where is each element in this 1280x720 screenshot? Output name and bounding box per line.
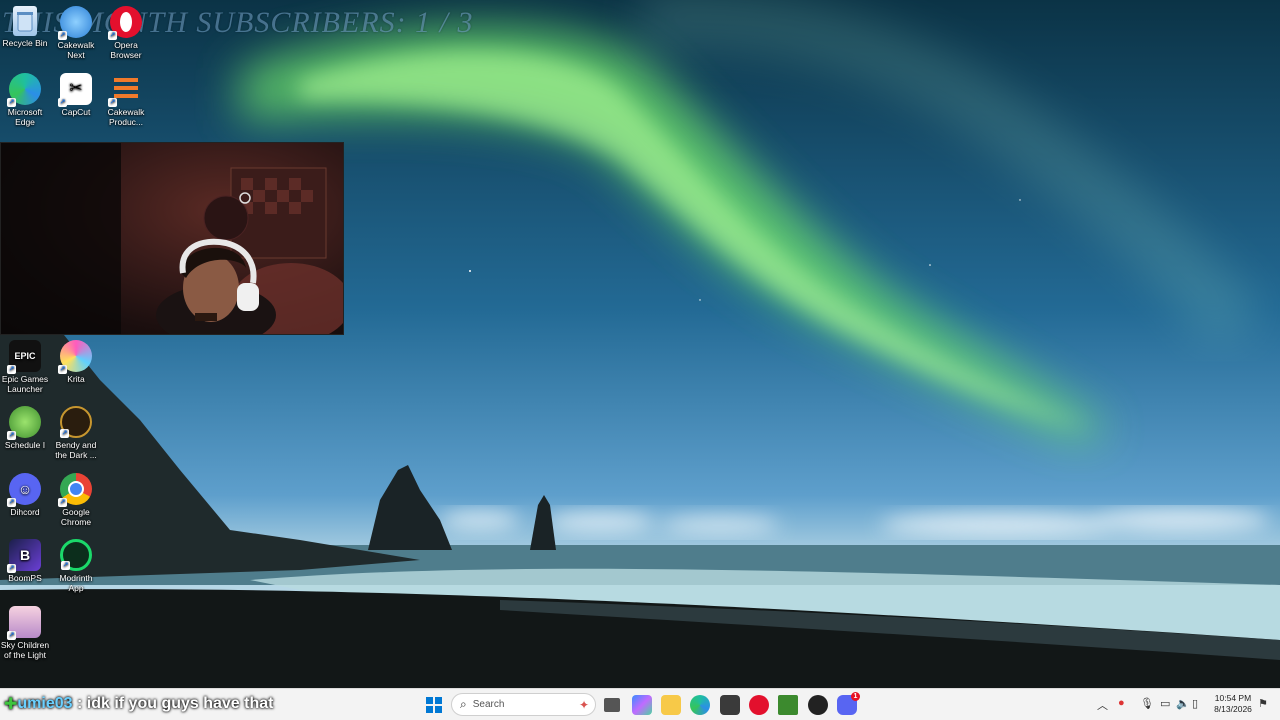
clock-date: 8/13/2026 (1214, 704, 1252, 714)
desktop-icon-recycle-bin[interactable]: Recycle Bin (0, 6, 50, 48)
desktop-icon-schedule-i[interactable]: ↗ Schedule I (0, 406, 50, 450)
desktop-icon-edge[interactable]: ↗ Microsoft Edge (0, 73, 50, 127)
file-explorer-icon[interactable] (661, 695, 681, 715)
chat-user-badge-icon: ✚ (4, 696, 18, 713)
battery-icon[interactable]: ▯ (1192, 697, 1198, 710)
discord-icon: ☺ ↗ (7, 473, 41, 507)
desktop-icon-bendy[interactable]: ↗ Bendy and the Dark ... (51, 406, 101, 460)
network-icon[interactable]: ▭ (1160, 697, 1170, 710)
windows-start-icon[interactable] (424, 695, 444, 715)
krita-icon: ↗ (58, 340, 92, 374)
taskbar-search[interactable]: ⌕ Search ✦ (451, 693, 596, 716)
desktop-icon-cakewalk-next[interactable]: ↗ Cakewalk Next (51, 6, 101, 60)
cakewalk-next-icon: ↗ (58, 6, 92, 40)
capcut-icon: ✂ ↗ (58, 73, 92, 107)
recycle-bin-icon (13, 6, 37, 36)
microsoft-store-icon[interactable] (720, 695, 740, 715)
webcam-feed (1, 143, 343, 334)
desktop-icon-discord[interactable]: ☺ ↗ Dihcord (0, 473, 50, 517)
desktop-icon-epic-games[interactable]: EPIC ↗ Epic Games Launcher (0, 340, 50, 394)
minecraft-icon[interactable] (778, 695, 798, 715)
desktop-icon-sky[interactable]: ↗ Sky Children of the Light (0, 606, 50, 660)
aurora-wallpaper (0, 0, 1280, 688)
discord-taskbar-icon[interactable]: 1 (837, 692, 860, 715)
stream-chat-message: ✚ umie03 : idk if you guys have that (0, 690, 273, 718)
desktop-icon-opera[interactable]: ↗ Opera Browser (101, 6, 151, 60)
desktop-icon-cakewalk[interactable]: ↗ Cakewalk Produc... (101, 73, 151, 127)
chrome-icon: ↗ (58, 473, 92, 507)
edge-taskbar-icon[interactable] (690, 695, 710, 715)
edge-icon: ↗ (7, 73, 41, 107)
discord-notification-badge: 1 (851, 692, 860, 701)
cakewalk-icon: ↗ (108, 73, 142, 107)
task-view-icon[interactable] (604, 698, 620, 712)
desktop-icon-modrinth[interactable]: ↗ Modrinth App (51, 539, 101, 593)
boomps-icon: B ↗ (7, 539, 41, 573)
volume-icon[interactable]: 🔈 (1176, 697, 1190, 710)
desktop-icon-capcut[interactable]: ✂ ↗ CapCut (51, 73, 101, 117)
search-icon: ⌕ (460, 697, 467, 711)
chat-username: umie03 (17, 695, 73, 712)
webcam-overlay (0, 142, 344, 335)
taskbar-clock[interactable]: 10:54 PM 8/13/2026 (1210, 693, 1256, 715)
chat-message-text: idk if you guys have that (86, 695, 274, 712)
schedule-icon: ↗ (7, 406, 41, 440)
desktop[interactable]: THIS MONTH SUBSCRIBERS: 1 / 3 Recycle Bi… (0, 0, 1280, 688)
opera-taskbar-icon[interactable] (749, 695, 769, 715)
clock-time: 10:54 PM (1214, 693, 1252, 703)
chat-separator: : (72, 695, 87, 712)
desktop-icon-boomps[interactable]: B ↗ BoomPS (0, 539, 50, 583)
desktop-icon-krita[interactable]: ↗ Krita (51, 340, 101, 384)
modrinth-icon: ↗ (60, 539, 92, 571)
epic-games-icon: EPIC ↗ (7, 340, 41, 374)
show-hidden-icons-icon[interactable]: ︿ (1097, 697, 1108, 713)
desktop-icon-chrome[interactable]: ↗ Google Chrome (51, 473, 101, 527)
copilot-icon[interactable] (632, 695, 652, 715)
opera-icon: ↗ (108, 6, 142, 40)
steam-icon[interactable] (808, 695, 828, 715)
app-tray-icon[interactable]: ● (1118, 697, 1125, 709)
search-highlight-icon: ✦ (578, 697, 589, 712)
bendy-icon: ↗ (60, 406, 92, 438)
microphone-icon[interactable]: 🎙 (1140, 697, 1154, 710)
sky-icon: ↗ (7, 606, 41, 640)
notification-center-icon[interactable]: ⚑ (1258, 697, 1268, 710)
